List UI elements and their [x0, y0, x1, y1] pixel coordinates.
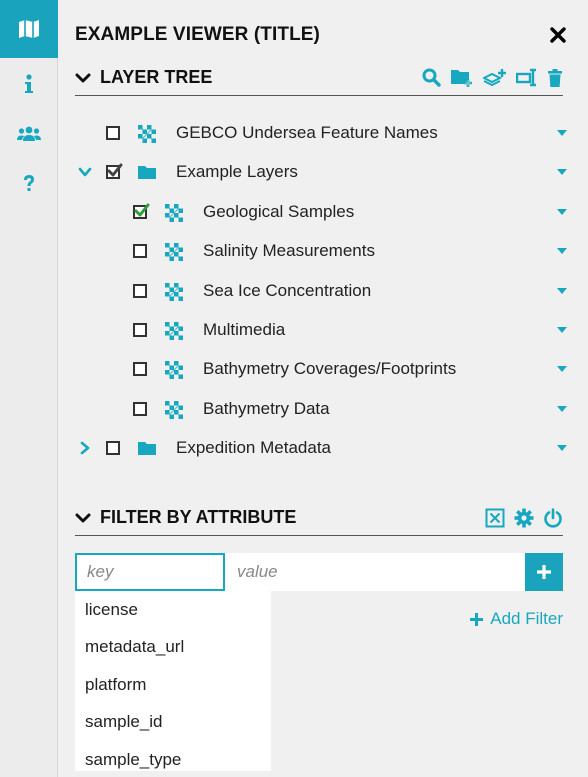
layer-row[interactable]: Expedition Metadata [58, 433, 568, 463]
chevron-down-icon[interactable] [78, 165, 92, 179]
layer-checkbox[interactable] [133, 401, 147, 416]
suggestion-item[interactable]: metadata_url [75, 629, 271, 667]
layer-checkbox[interactable] [106, 126, 120, 140]
check-icon [134, 203, 150, 217]
add-value-button[interactable] [525, 553, 563, 591]
key-suggestions: license metadata_url platform sample_id … [75, 591, 271, 771]
check-icon [107, 163, 123, 177]
clear-filter-icon[interactable] [485, 508, 505, 528]
caret-down-icon[interactable] [556, 208, 568, 216]
layer-checkbox[interactable] [106, 163, 123, 180]
suggestion-item[interactable]: platform [75, 666, 271, 704]
page-title: EXAMPLE VIEWER (TITLE) [75, 24, 320, 45]
map-tab[interactable] [0, 0, 58, 58]
suggestion-item[interactable]: sample_type [75, 741, 271, 771]
layer-checkbox[interactable] [106, 441, 120, 456]
layer-label: Expedition Metadata [176, 438, 331, 458]
layer-grid-icon [165, 203, 183, 222]
plus-icon [537, 565, 551, 579]
layer-grid-icon [165, 400, 183, 419]
layer-label: Sea Ice Concentration [203, 280, 372, 300]
layer-tree-header: LAYER TREE [75, 60, 563, 96]
caret-down-icon[interactable] [556, 326, 568, 334]
filter-label: FILTER BY ATTRIBUTE [100, 507, 297, 527]
gear-icon[interactable] [514, 508, 534, 528]
chevron-down-icon[interactable] [75, 72, 91, 84]
layer-checkbox[interactable] [133, 283, 147, 298]
caret-down-icon[interactable] [556, 365, 568, 373]
layer-grid-icon [165, 361, 183, 380]
layer-checkbox[interactable] [133, 203, 150, 219]
layer-row[interactable]: Bathymetry Coverages/Footprints [58, 354, 568, 384]
layer-checkbox[interactable] [133, 323, 147, 337]
caret-down-icon[interactable] [556, 287, 568, 295]
value-input[interactable] [225, 553, 525, 591]
suggestion-item[interactable]: license [75, 591, 271, 629]
filter-input-row [75, 553, 563, 591]
layer-checkbox[interactable] [133, 362, 147, 377]
layer-row[interactable]: Salinity Measurements [58, 236, 568, 266]
layer-label: Example Layers [176, 162, 298, 182]
layer-label: Bathymetry Data [203, 398, 330, 418]
layer-label: Bathymetry Coverages/Footprints [203, 359, 457, 379]
folder-icon [138, 166, 156, 180]
layer-grid-icon [165, 243, 183, 262]
layer-row[interactable]: Geological Samples [58, 197, 568, 227]
filter-toolbar [485, 507, 563, 528]
sidebar-rail [0, 0, 58, 777]
caret-down-icon[interactable] [556, 247, 568, 255]
users-icon [17, 126, 41, 141]
caret-down-icon[interactable] [556, 168, 568, 176]
info-tab[interactable] [0, 59, 58, 109]
caret-down-icon[interactable] [556, 405, 568, 413]
layer-grid-icon [165, 322, 183, 340]
layer-row[interactable]: Example Layers [58, 157, 568, 187]
close-icon[interactable] [550, 27, 566, 43]
chevron-right-icon[interactable] [78, 441, 92, 455]
users-tab[interactable] [0, 109, 58, 159]
plus-icon [470, 612, 484, 626]
layer-grid-icon [165, 282, 183, 301]
text-cursor-icon[interactable] [516, 68, 538, 87]
help-icon [24, 175, 34, 191]
layer-label: Geological Samples [203, 201, 355, 221]
layer-row[interactable]: Sea Ice Concentration [58, 276, 568, 306]
caret-down-icon[interactable] [556, 444, 568, 452]
add-layer-icon[interactable] [483, 68, 507, 87]
info-icon [25, 74, 33, 93]
add-folder-icon[interactable] [450, 68, 474, 87]
power-icon[interactable] [543, 507, 563, 528]
layer-row[interactable]: Bathymetry Data [58, 394, 568, 424]
viewer-panel: EXAMPLE VIEWER (TITLE) LAYER TREE GEBCO … [58, 0, 588, 777]
key-input[interactable] [75, 553, 225, 591]
help-tab[interactable] [0, 159, 58, 209]
add-filter-label: Add Filter [490, 609, 563, 628]
map-icon [19, 20, 39, 38]
filter-header: FILTER BY ATTRIBUTE [75, 500, 563, 536]
suggestion-item[interactable]: sample_id [75, 704, 271, 742]
layer-grid-icon [138, 125, 156, 143]
layer-row[interactable]: Multimedia [58, 315, 568, 345]
layer-label: GEBCO Undersea Feature Names [176, 123, 438, 142]
layer-tree-label: LAYER TREE [100, 67, 213, 87]
title-bar: EXAMPLE VIEWER (TITLE) [75, 20, 566, 50]
layer-row[interactable]: GEBCO Undersea Feature Names [58, 118, 568, 148]
layer-label: Multimedia [203, 320, 286, 339]
add-filter-button[interactable]: Add Filter [469, 609, 563, 629]
layer-checkbox[interactable] [133, 244, 147, 259]
caret-down-icon[interactable] [556, 129, 568, 137]
folder-icon [138, 442, 156, 456]
layer-tree-toolbar [422, 68, 563, 88]
trash-icon[interactable] [547, 68, 563, 88]
search-icon[interactable] [422, 68, 441, 87]
layer-label: Salinity Measurements [203, 241, 375, 261]
chevron-down-icon[interactable] [75, 512, 91, 524]
